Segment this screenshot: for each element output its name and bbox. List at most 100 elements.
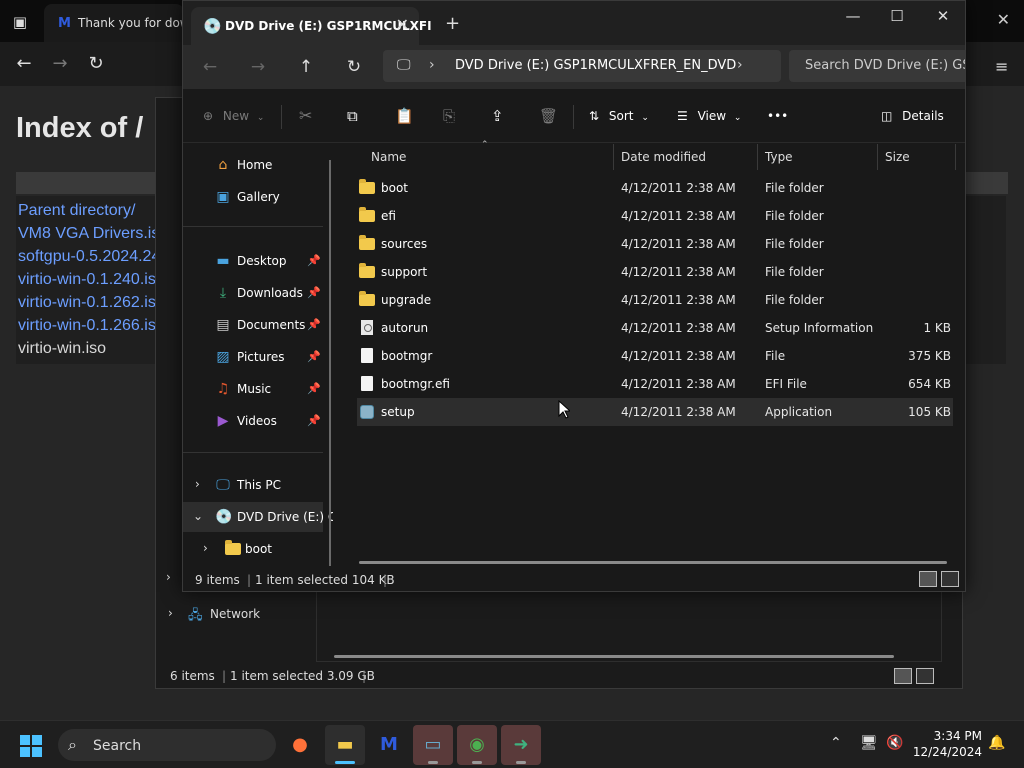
details-view-icon[interactable] (894, 668, 912, 684)
show-hidden-icons-icon[interactable]: ⌃ (830, 735, 842, 751)
new-button[interactable]: ⊕ New ⌄ (203, 103, 264, 129)
pin-icon[interactable]: 📌 (307, 286, 321, 299)
more-options-button[interactable]: ••• (767, 103, 788, 129)
nav-item-home[interactable]: ⌂ Home (183, 150, 323, 180)
pin-icon[interactable]: 📌 (307, 318, 321, 331)
file-row[interactable]: upgrade 4/12/2011 2:38 AM File folder (357, 286, 953, 314)
close-window-icon[interactable]: ✕ (923, 7, 963, 29)
volume-muted-icon[interactable]: 🔇 (886, 735, 903, 751)
file-row[interactable]: setup 4/12/2011 2:38 AM Application 105 KB (357, 398, 953, 426)
pin-icon[interactable]: 📌 (307, 414, 321, 427)
chrome-icon[interactable]: ◉ (457, 725, 497, 765)
horizontal-scrollbar[interactable] (334, 655, 894, 658)
pin-icon[interactable]: 📌 (307, 382, 321, 395)
pin-icon[interactable]: 📌 (307, 350, 321, 363)
menu-icon[interactable]: ≡ (995, 57, 1008, 76)
search-input[interactable]: Search DVD Drive (E:) GSP (789, 50, 965, 82)
file-row[interactable]: support 4/12/2011 2:38 AM File folder (357, 258, 953, 286)
nav-item-dvd-drive[interactable]: ⌄ 💿 DVD Drive (E:) G (183, 502, 333, 532)
nav-item-gallery[interactable]: ▣ Gallery (183, 182, 323, 212)
network-status-icon[interactable]: 🖥 (860, 735, 878, 751)
windows-start-icon[interactable] (20, 735, 42, 757)
new-tab-icon[interactable]: + (445, 13, 460, 34)
copy-icon[interactable]: ⧉ (347, 103, 358, 129)
back-icon[interactable]: ← (197, 55, 223, 79)
tab-actions-icon[interactable]: ▣ (8, 10, 32, 34)
installer-icon[interactable]: ➜ (501, 725, 541, 765)
explorer-tab[interactable]: 💿 DVD Drive (E:) GSP1RMCULXFI ✕ (191, 7, 432, 45)
notifications-bell-icon[interactable]: 🔔 (988, 735, 1005, 751)
horizontal-scrollbar[interactable] (359, 561, 947, 564)
breadcrumb-chevron-icon[interactable]: › (429, 57, 435, 73)
file-row[interactable]: efi 4/12/2011 2:38 AM File folder (357, 202, 953, 230)
browser-tab[interactable]: M Thank you for down (44, 4, 197, 42)
listing-link[interactable]: Parent directory/ (18, 202, 135, 220)
file-row[interactable]: boot 4/12/2011 2:38 AM File folder (357, 174, 953, 202)
column-header-size[interactable]: Size (885, 144, 910, 170)
maximize-icon[interactable]: ☐ (877, 7, 917, 29)
system-clock[interactable]: 3:34 PM 12/24/2024 (912, 728, 982, 760)
nav-item-desktop[interactable]: ▬ Desktop 📌 (183, 246, 323, 276)
firefox-icon[interactable]: ● (280, 725, 320, 765)
expand-chevron-icon[interactable]: › (195, 477, 200, 491)
nav-item-network[interactable]: › 🖧 Network (166, 602, 306, 628)
share-icon[interactable]: ⇪ (491, 103, 504, 129)
tiles-view-icon[interactable] (916, 668, 934, 684)
listing-link[interactable]: softgpu-0.5.2024.24 (18, 248, 160, 266)
malwarebytes-icon[interactable]: M (369, 725, 409, 765)
file-name: support (381, 265, 428, 279)
listing-link[interactable]: virtio-win-0.1.240.is (18, 271, 156, 289)
nav-item-this-pc[interactable]: › 🖵 This PC (183, 470, 323, 500)
nav-item-music[interactable]: ♫ Music 📌 (183, 374, 323, 404)
details-view-icon[interactable] (919, 571, 937, 587)
file-row[interactable]: bootmgr 4/12/2011 2:38 AM File 375 KB (357, 342, 953, 370)
listing-link[interactable]: virtio-win-0.1.266.is (18, 317, 156, 335)
taskbar-search[interactable]: ⌕ Search (58, 729, 276, 761)
collapse-chevron-icon[interactable]: ⌄ (193, 509, 203, 523)
column-header-name[interactable]: Name (371, 144, 406, 170)
pin-icon[interactable]: 📌 (307, 254, 321, 267)
vertical-scrollbar[interactable] (329, 160, 331, 566)
delete-icon[interactable]: 🗑 (539, 103, 558, 129)
paste-icon[interactable]: 📋 (395, 103, 414, 129)
nav-item-documents[interactable]: ▤ Documents 📌 (183, 310, 323, 340)
refresh-icon[interactable]: ↻ (341, 55, 367, 79)
terminal-icon[interactable]: ▭ (413, 725, 453, 765)
breadcrumb-chevron-icon[interactable]: › (737, 57, 743, 73)
forward-icon[interactable]: → (245, 55, 271, 79)
column-header-date[interactable]: Date modified (621, 144, 706, 170)
column-header-type[interactable]: Type (765, 144, 793, 170)
expand-chevron-icon[interactable]: › (168, 606, 173, 620)
taskbar: ⌕ Search ● ▬ M ▭ ◉ ➜ ⌃ 🖥 🔇 3:34 PM 12/24… (0, 720, 1024, 768)
nav-item-boot[interactable]: › boot (183, 534, 323, 564)
browser-back-icon[interactable]: ← (12, 52, 36, 76)
tiles-view-icon[interactable] (941, 571, 959, 587)
listing-link[interactable]: VM8 VGA Drivers.is (18, 225, 159, 243)
file-row[interactable]: autorun 4/12/2011 2:38 AM Setup Informatio… (357, 314, 953, 342)
file-type: File folder (765, 181, 824, 195)
address-bar[interactable]: 🖵 › DVD Drive (E:) GSP1RMCULXFRER_EN_DVD… (383, 50, 781, 82)
file-row[interactable]: bootmgr.efi 4/12/2011 2:38 AM EFI File 654 … (357, 370, 953, 398)
details-button[interactable]: ◫ Details (881, 103, 944, 129)
view-button[interactable]: ☰ View ⌄ (677, 103, 741, 129)
expand-chevron-icon[interactable]: › (166, 570, 180, 590)
sort-button[interactable]: ⇅ Sort ⌄ (589, 103, 649, 129)
cut-icon[interactable]: ✂ (299, 103, 312, 129)
nav-item-downloads[interactable]: ⤓ Downloads 📌 (183, 278, 323, 308)
browser-refresh-icon[interactable]: ↻ (84, 52, 108, 76)
file-explorer-taskbar-icon[interactable]: ▬ (325, 725, 365, 765)
file-row[interactable]: sources 4/12/2011 2:38 AM File folder (357, 230, 953, 258)
file-name: bootmgr (381, 349, 433, 363)
nav-item-videos[interactable]: ▶ Videos 📌 (183, 406, 323, 436)
minimize-icon[interactable]: — (833, 7, 873, 29)
rename-icon[interactable]: ⎘ (443, 103, 455, 129)
browser-close-icon[interactable]: ✕ (997, 10, 1010, 29)
close-tab-icon[interactable]: ✕ (396, 15, 409, 34)
nav-item-pictures[interactable]: ▨ Pictures 📌 (183, 342, 323, 372)
home-icon: ⌂ (218, 157, 228, 173)
browser-forward-icon[interactable]: → (48, 52, 72, 76)
listing-link[interactable]: virtio-win-0.1.262.is (18, 294, 156, 312)
expand-chevron-icon[interactable]: › (203, 541, 208, 555)
up-icon[interactable]: ↑ (293, 55, 319, 79)
clock-time: 3:34 PM (933, 729, 982, 743)
